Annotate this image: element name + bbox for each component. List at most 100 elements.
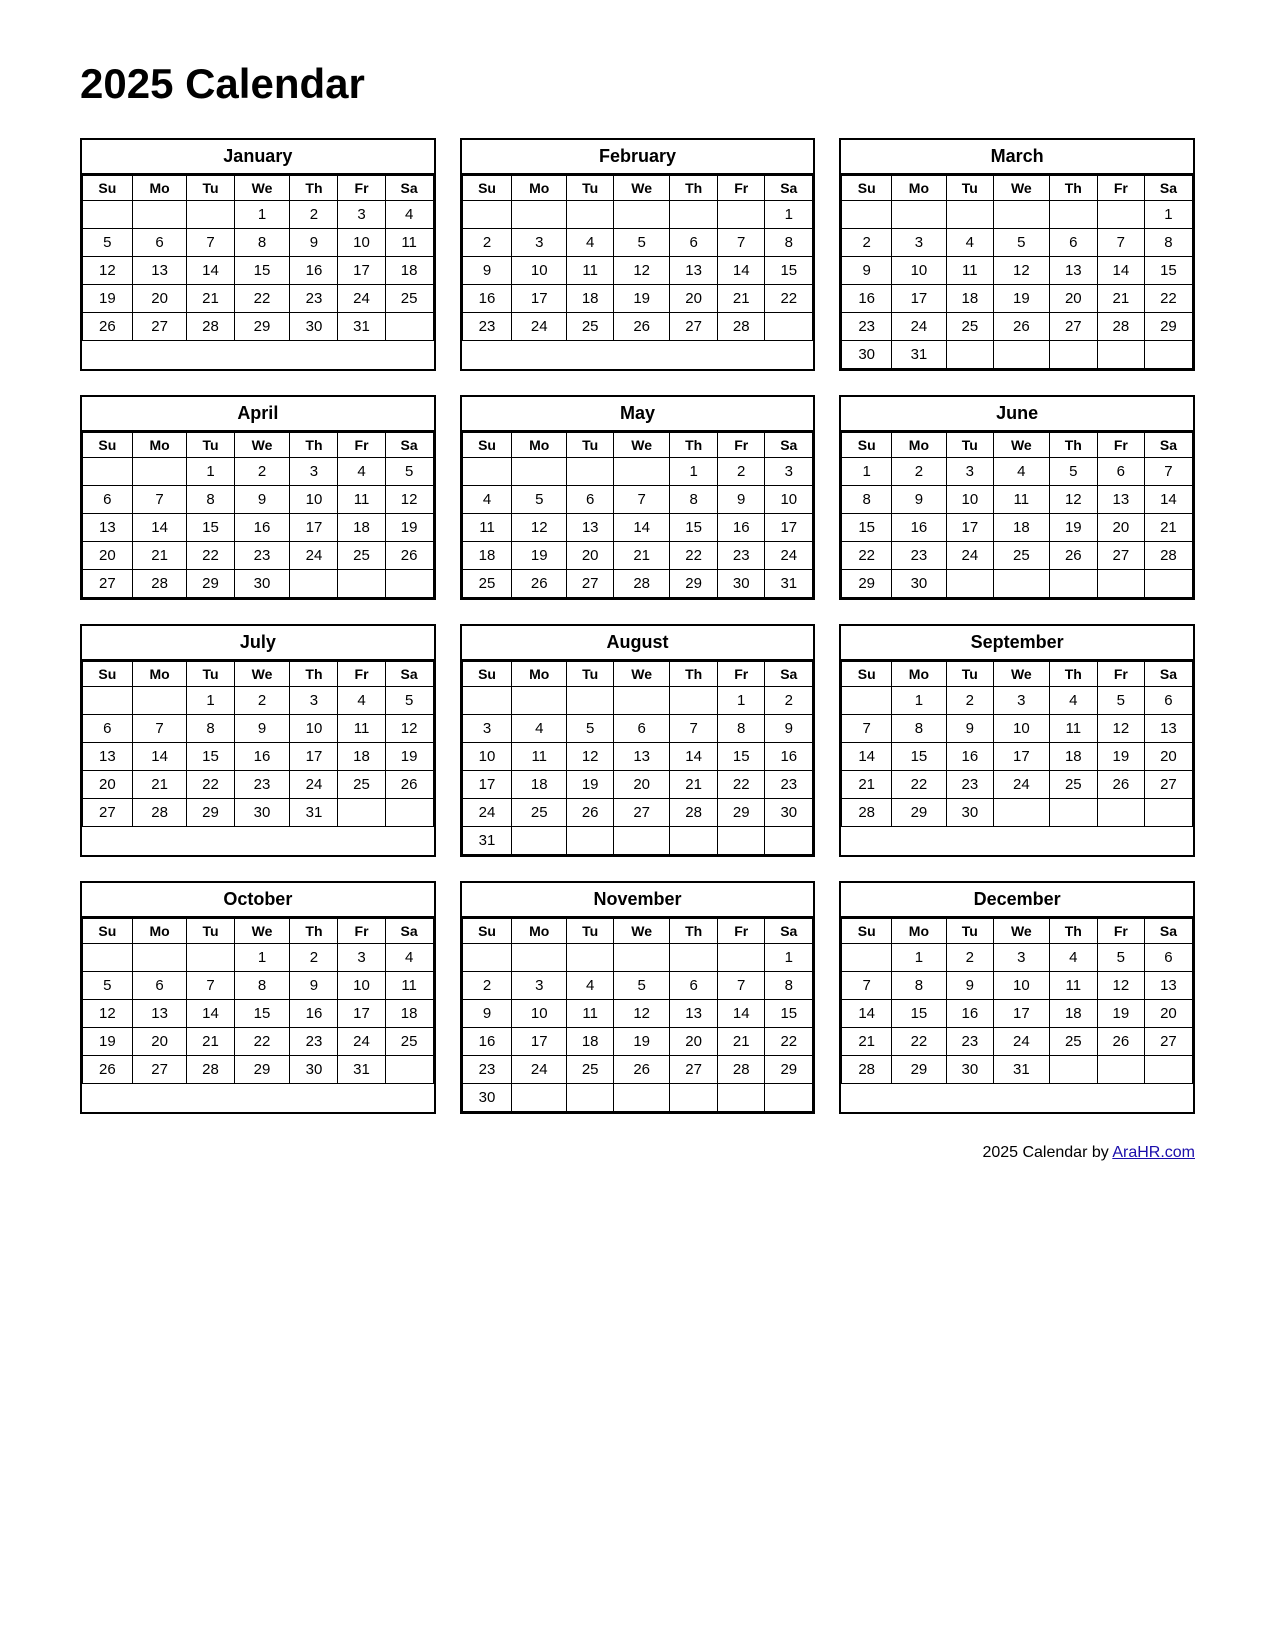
table-row: 1234 xyxy=(83,944,434,972)
day-cell: 2 xyxy=(892,458,947,486)
day-cell: 14 xyxy=(132,743,187,771)
day-cell: 31 xyxy=(338,313,385,341)
day-cell xyxy=(670,687,718,715)
day-cell xyxy=(132,458,187,486)
day-cell: 25 xyxy=(993,542,1049,570)
day-cell: 12 xyxy=(1097,715,1144,743)
day-cell: 6 xyxy=(567,486,614,514)
day-cell: 24 xyxy=(462,799,512,827)
table-row: 123456 xyxy=(842,944,1193,972)
day-cell: 13 xyxy=(1144,715,1192,743)
day-cell: 26 xyxy=(83,1056,133,1084)
day-cell: 15 xyxy=(234,257,290,285)
day-cell: 9 xyxy=(462,1000,512,1028)
day-cell: 7 xyxy=(670,715,718,743)
day-cell: 1 xyxy=(670,458,718,486)
day-cell: 1 xyxy=(765,944,813,972)
day-cell xyxy=(765,827,813,855)
day-cell: 2 xyxy=(842,229,892,257)
day-cell: 15 xyxy=(187,514,234,542)
day-cell: 3 xyxy=(338,201,385,229)
table-row: 2930 xyxy=(842,570,1193,598)
month-table: SuMoTuWeThFrSa12345678910111213141516171… xyxy=(82,175,434,341)
day-cell: 3 xyxy=(462,715,512,743)
day-cell: 10 xyxy=(462,743,512,771)
day-cell: 19 xyxy=(512,542,567,570)
day-header: Fr xyxy=(338,919,385,944)
day-cell: 28 xyxy=(670,799,718,827)
day-cell: 22 xyxy=(187,771,234,799)
day-cell: 8 xyxy=(765,972,813,1000)
table-row: 891011121314 xyxy=(842,486,1193,514)
table-row: 16171819202122 xyxy=(462,285,813,313)
day-cell: 3 xyxy=(993,687,1049,715)
table-row: 2728293031 xyxy=(83,799,434,827)
day-cell: 25 xyxy=(385,1028,433,1056)
day-cell: 9 xyxy=(765,715,813,743)
day-cell: 12 xyxy=(567,743,614,771)
day-header: We xyxy=(614,662,670,687)
day-cell: 14 xyxy=(1144,486,1192,514)
day-cell: 13 xyxy=(670,257,718,285)
table-row: 18192021222324 xyxy=(462,542,813,570)
footer-link[interactable]: AraHR.com xyxy=(1112,1144,1195,1161)
day-cell: 9 xyxy=(290,972,338,1000)
day-cell: 17 xyxy=(338,257,385,285)
day-header: Mo xyxy=(512,662,567,687)
table-row: 23242526272829 xyxy=(842,313,1193,341)
day-cell: 4 xyxy=(993,458,1049,486)
month-table: SuMoTuWeThFrSa12345678910111213141516171… xyxy=(462,175,814,341)
day-header: Fr xyxy=(718,433,765,458)
month-title: November xyxy=(462,883,814,918)
day-cell xyxy=(1049,201,1097,229)
day-cell: 2 xyxy=(462,972,512,1000)
day-cell: 18 xyxy=(946,285,993,313)
day-cell xyxy=(385,570,433,598)
day-header: We xyxy=(234,176,290,201)
day-cell: 11 xyxy=(338,486,385,514)
day-cell: 16 xyxy=(946,743,993,771)
day-cell xyxy=(1049,341,1097,369)
day-header: Th xyxy=(670,176,718,201)
day-cell: 10 xyxy=(946,486,993,514)
day-cell: 24 xyxy=(338,1028,385,1056)
day-cell: 23 xyxy=(290,285,338,313)
day-cell: 6 xyxy=(83,715,133,743)
day-cell: 10 xyxy=(765,486,813,514)
day-cell xyxy=(567,944,614,972)
day-cell: 3 xyxy=(512,972,567,1000)
month-title: March xyxy=(841,140,1193,175)
day-cell: 4 xyxy=(1049,687,1097,715)
table-row: 1 xyxy=(462,201,813,229)
day-cell: 18 xyxy=(512,771,567,799)
day-cell: 23 xyxy=(290,1028,338,1056)
day-cell: 9 xyxy=(718,486,765,514)
day-cell: 24 xyxy=(512,313,567,341)
day-header: Mo xyxy=(512,433,567,458)
day-cell: 17 xyxy=(290,514,338,542)
day-cell xyxy=(512,201,567,229)
month-title: January xyxy=(82,140,434,175)
day-cell: 14 xyxy=(132,514,187,542)
day-cell: 26 xyxy=(385,771,433,799)
day-cell: 12 xyxy=(1097,972,1144,1000)
day-cell xyxy=(1049,570,1097,598)
day-cell: 12 xyxy=(83,257,133,285)
table-row: 6789101112 xyxy=(83,715,434,743)
day-cell xyxy=(614,201,670,229)
day-header: Fr xyxy=(718,176,765,201)
day-cell: 6 xyxy=(132,229,187,257)
day-cell: 21 xyxy=(187,1028,234,1056)
day-cell: 12 xyxy=(1049,486,1097,514)
day-cell: 17 xyxy=(993,1000,1049,1028)
table-row: 45678910 xyxy=(462,486,813,514)
day-cell: 26 xyxy=(567,799,614,827)
day-cell xyxy=(462,687,512,715)
day-cell: 10 xyxy=(993,715,1049,743)
day-cell: 30 xyxy=(234,570,290,598)
day-header: Th xyxy=(670,662,718,687)
day-cell: 7 xyxy=(1097,229,1144,257)
day-cell xyxy=(462,201,512,229)
day-cell: 29 xyxy=(234,1056,290,1084)
table-row: 6789101112 xyxy=(83,486,434,514)
